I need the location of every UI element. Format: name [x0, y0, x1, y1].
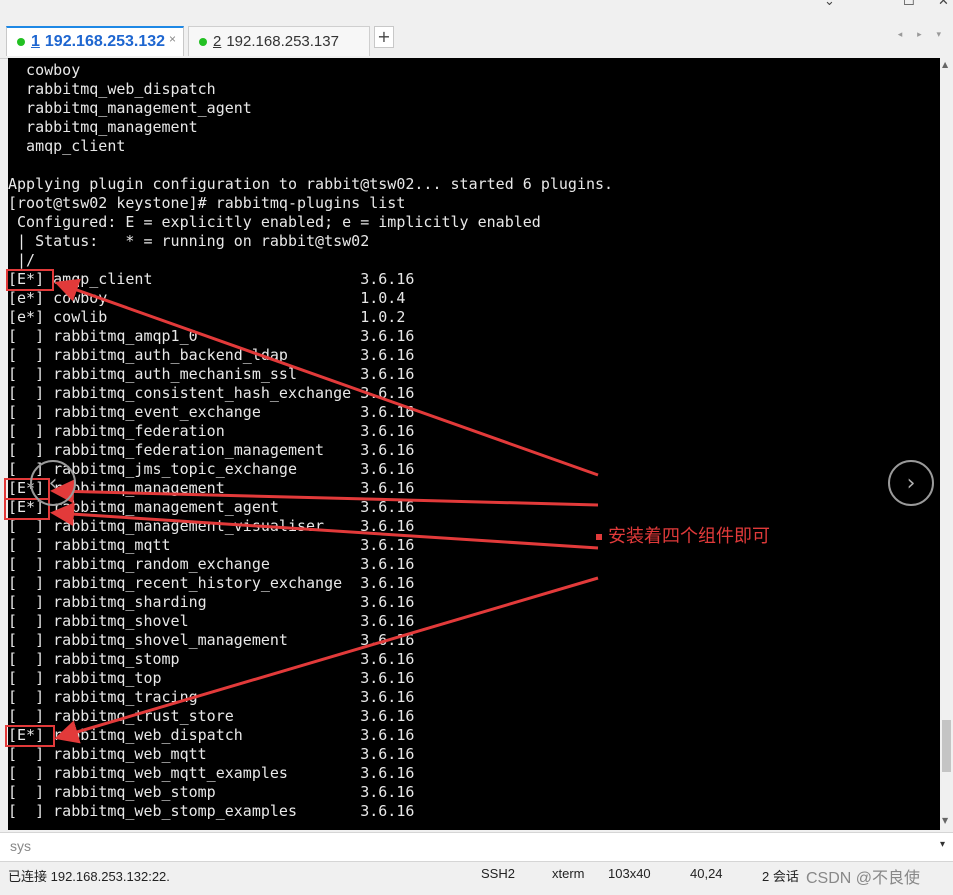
watermark: CSDN @不良使 — [806, 870, 921, 887]
arrow-to-management-agent — [50, 502, 599, 550]
terminal-size: 103x40 — [608, 866, 651, 881]
terminal-type: xterm — [552, 866, 585, 881]
status-bar: 已连接 192.168.253.132:22. SSH2 xterm 103x4… — [0, 862, 953, 895]
chevron-left-icon: ‹ — [48, 470, 58, 496]
protocol-status: SSH2 — [481, 866, 515, 881]
chevron-right-icon: › — [906, 470, 916, 496]
next-image-button[interactable]: › — [888, 460, 934, 506]
bullet-icon — [596, 534, 602, 540]
annotation-arrows — [50, 278, 599, 744]
arrow-to-amqp-client — [54, 278, 599, 477]
arrow-to-management — [50, 479, 599, 507]
arrow-to-web-dispatch — [54, 576, 599, 744]
prev-image-button[interactable]: ‹ — [30, 460, 76, 506]
connection-status: 已连接 192.168.253.132:22. — [8, 869, 170, 884]
cursor-position: 40,24 — [690, 866, 723, 881]
command-input-bar[interactable]: sys ▾ — [0, 832, 953, 862]
command-input[interactable]: sys — [10, 838, 31, 854]
annotation-text: 安装着四个组件即可 — [596, 522, 770, 548]
session-count: 2 会话 — [762, 869, 799, 884]
chevron-down-icon[interactable]: ▾ — [940, 839, 945, 850]
